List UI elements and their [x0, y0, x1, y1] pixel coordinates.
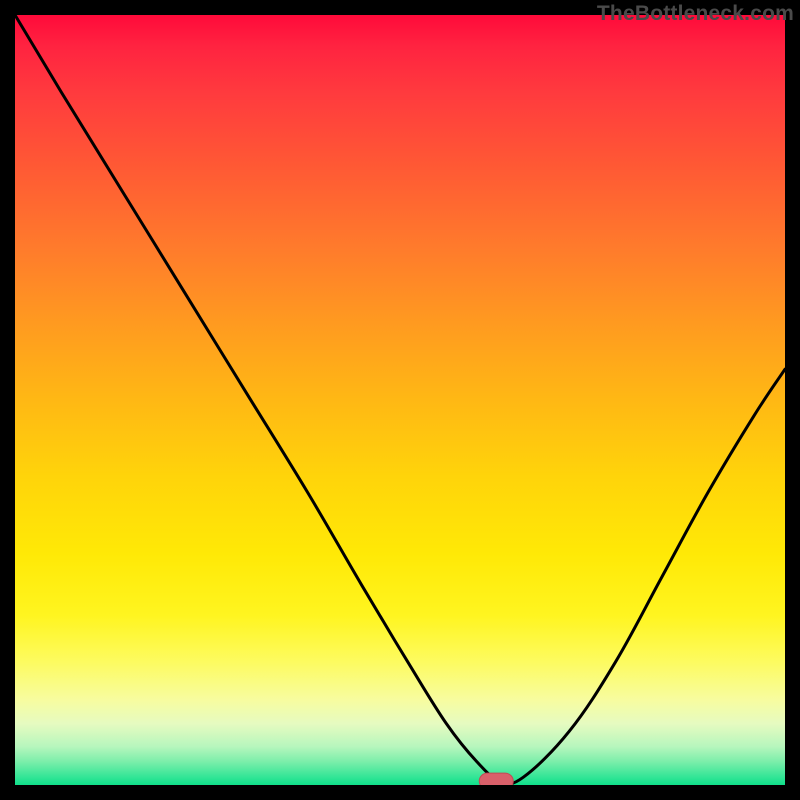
bottleneck-curve — [15, 15, 785, 784]
chart-svg — [15, 15, 785, 785]
attribution-text: TheBottleneck.com — [597, 2, 794, 26]
chart-frame: TheBottleneck.com — [0, 0, 800, 800]
plot-area — [15, 15, 785, 785]
optimal-marker — [479, 773, 513, 785]
